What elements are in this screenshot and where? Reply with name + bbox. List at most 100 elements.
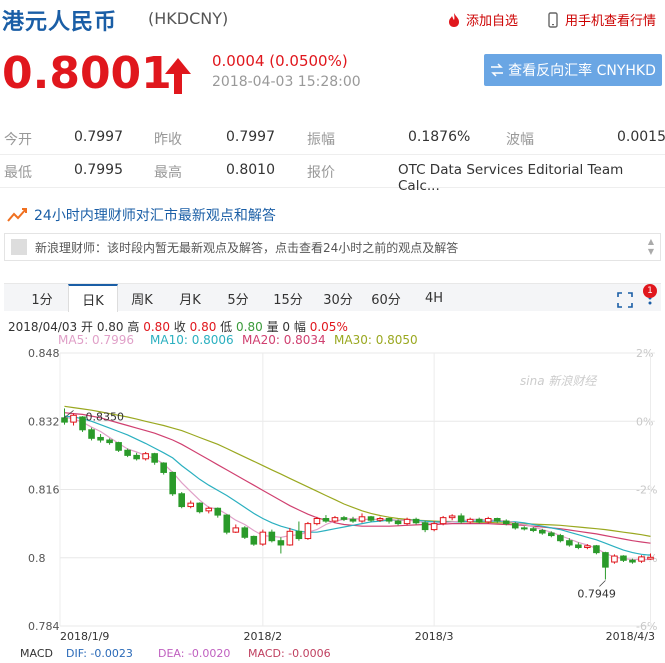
candle-body [277, 540, 285, 546]
add-watchlist-link[interactable]: 添加自选 [446, 10, 518, 29]
tab-30min[interactable]: 30分 [320, 284, 356, 312]
high-label: 高 [127, 320, 140, 334]
candle-body [602, 552, 609, 568]
ma-line-ma20 [64, 412, 651, 544]
candle-body [493, 518, 501, 522]
annotation-label: 0.7949 [577, 588, 616, 601]
stat-value: 0.8010 [226, 162, 275, 178]
candle-body [313, 518, 321, 525]
candle-body [457, 515, 465, 523]
swap-icon [491, 63, 504, 77]
candle-body [70, 414, 77, 423]
candle-body [160, 462, 167, 473]
candle-body [511, 523, 519, 529]
x-tick-label: 2018/1/9 [60, 630, 109, 643]
annotation-line [599, 580, 606, 587]
trend-icon [7, 208, 27, 222]
tab-monthly[interactable]: 月K [174, 284, 206, 312]
more-menu[interactable]: 1 [643, 284, 657, 310]
tab-weekly[interactable]: 周K [126, 284, 158, 312]
chevron-down-icon[interactable]: ▼ [648, 247, 654, 257]
stat-label: 今开 [4, 132, 32, 148]
candle-body [115, 442, 122, 451]
reverse-rate-button[interactable]: 查看反向汇率 CNYHKD [484, 54, 662, 86]
stat-label: 昨收 [154, 132, 182, 148]
candle-body [430, 523, 438, 531]
candle-body [79, 416, 86, 431]
mobile-view-label: 用手机查看行情 [565, 14, 657, 29]
candle-body [259, 531, 267, 545]
tab-5min[interactable]: 5分 [222, 284, 254, 312]
scroll-arrows[interactable]: ▲ ▼ [648, 237, 654, 257]
candle-body [530, 528, 537, 531]
annotation-label: 0.8350 [86, 410, 125, 423]
chevron-up-icon[interactable]: ▲ [648, 237, 654, 247]
add-watchlist-label: 添加自选 [466, 14, 519, 29]
stat-label: 报价 [307, 165, 335, 181]
candle-body [593, 545, 600, 554]
candle-body [403, 518, 411, 525]
fullscreen-icon[interactable] [617, 292, 633, 308]
candle-body [557, 535, 564, 542]
candle-body [322, 518, 330, 522]
macd-value: MACD: -0.0006 [248, 647, 331, 660]
price-change: 0.0004 (0.0500%) [212, 52, 348, 70]
candle-body [142, 453, 149, 460]
candle-body [439, 517, 447, 525]
volume-label: 量 [266, 320, 279, 334]
y-tick-label: 0.8 [28, 552, 46, 565]
arrow-up-icon [165, 58, 191, 94]
notification-badge: 1 [643, 284, 657, 298]
candle-body [647, 556, 654, 560]
amplitude-label: 幅 [293, 320, 306, 334]
candle-body [106, 439, 113, 444]
stat-label: 最高 [154, 165, 182, 181]
high-value: 0.80 [143, 320, 170, 334]
expert-message-box[interactable]: 新浪理财师：该时段内暂无最新观点及解答，点击查看24小时之前的观点及解答 ▲ ▼ [4, 233, 661, 261]
macd-label: MACD [20, 647, 53, 660]
candle-body [575, 544, 582, 549]
tab-60min[interactable]: 60分 [368, 284, 404, 312]
candle-body [232, 527, 240, 533]
page-title: 港元人民币 [2, 10, 118, 35]
candle-body [124, 449, 131, 456]
tab-15min[interactable]: 15分 [270, 284, 306, 312]
currency-code: (HKDCNY) [148, 9, 229, 28]
tab-daily[interactable]: 日K [68, 284, 118, 312]
header: 港元人民币 (HKDCNY) 添加自选 用手机查看行情 [0, 0, 665, 38]
stat-label: 振幅 [307, 132, 335, 148]
tab-4h[interactable]: 4H [418, 284, 450, 312]
x-tick-label: 2018/2 [243, 630, 282, 643]
candle-body [394, 520, 402, 525]
close-label: 收 [173, 320, 186, 334]
stats-row: 今开 0.7997 昨收 0.7997 振幅 0.1876% 波幅 0.0015 [0, 122, 665, 155]
candle-body [133, 454, 140, 460]
candle-body [584, 545, 591, 549]
candle-body [421, 522, 429, 531]
tab-1min[interactable]: 1分 [26, 284, 58, 312]
candle-body [385, 518, 393, 522]
stat-value: 0.0015 [617, 129, 665, 145]
x-tick-label: 2018/4/3 [606, 630, 655, 643]
candle-body [169, 471, 176, 495]
stats-row: 最低 0.7995 最高 0.8010 报价 OTC Data Services… [0, 155, 665, 194]
stat-value: 0.7995 [74, 162, 123, 178]
candle-body [367, 516, 375, 521]
macd-dea: DEA: -0.0020 [158, 647, 230, 660]
candle-body [151, 453, 158, 463]
low-label: 低 [220, 320, 233, 334]
stat-label: 波幅 [506, 132, 534, 148]
current-price: 0.8001 [2, 48, 172, 99]
candle-body [196, 502, 204, 513]
candle-body [620, 555, 627, 561]
low-value: 0.80 [236, 320, 263, 334]
expert-heading[interactable]: 24小时内理财师对汇市最新观点和解答 [0, 202, 665, 228]
kline-date: 2018/04/03 [8, 320, 78, 334]
mobile-view-link[interactable]: 用手机查看行情 [545, 10, 656, 29]
quote-panel: 0.8001 0.0004 (0.0500%) 2018-04-03 15:28… [0, 44, 665, 104]
kline-chart[interactable]: 0.848 2%0.832 0%0.816 -2%0.8 -4%0.784 -6%2018… [0, 345, 665, 663]
ma-line-ma30 [64, 405, 651, 537]
candle-body [475, 518, 483, 523]
candle-body [638, 556, 645, 562]
reverse-rate-label: 查看反向汇率 CNYHKD [508, 63, 656, 79]
